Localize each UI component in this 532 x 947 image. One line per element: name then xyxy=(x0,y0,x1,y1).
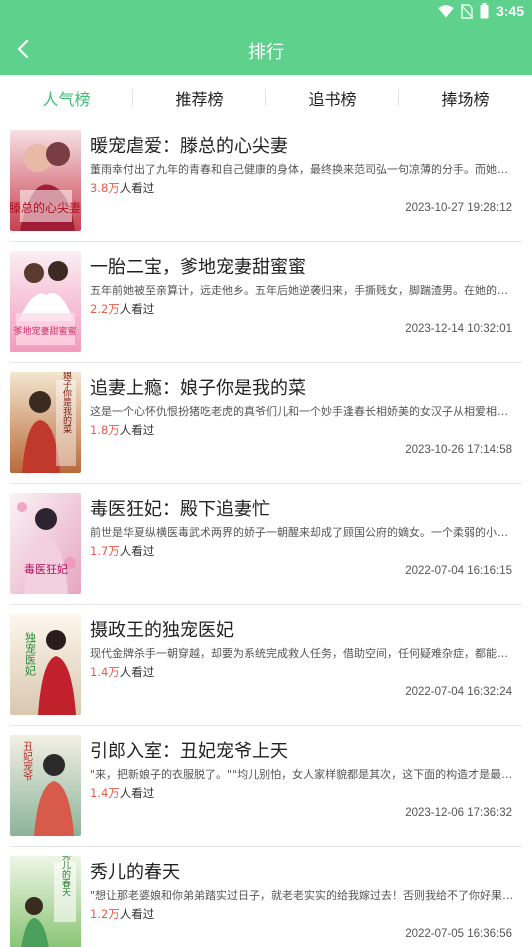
cover-image: 秀儿的春天 xyxy=(10,856,81,947)
tab-label: 追书榜 xyxy=(308,90,357,109)
page-title: 排行 xyxy=(248,42,284,63)
reader-count: 1.8万人看过 xyxy=(90,422,154,438)
book-cover: 娘子你是我的菜 xyxy=(10,372,81,473)
ranking-tabs: 人气榜 推荐榜 追书榜 捧场榜 xyxy=(0,75,532,121)
update-time: 2022-07-04 16:16:15 xyxy=(405,565,512,577)
reader-count: 3.8万人看过 xyxy=(90,180,154,196)
book-row[interactable]: 滕总的心尖妻 暖宠虐爱：滕总的心尖妻 董雨幸付出了九年的青春和自己健康的身体，最… xyxy=(0,121,532,242)
book-cover: 毒医狂妃 xyxy=(10,493,81,594)
reader-suffix: 人看过 xyxy=(119,907,155,921)
book-description: "想让那老婆娘和你弟弟踏实过日子，就老老实实的给我嫁过去！否则我给不了你好果子吃 xyxy=(90,889,518,902)
book-cover: 爹地宠妻甜蜜蜜 xyxy=(10,251,81,352)
reader-suffix: 人看过 xyxy=(119,544,155,558)
book-description: 五年前她被至亲算计，远走他乡。五年后她逆袭归来，手撕贱女，脚踹渣男。在她的人生里… xyxy=(90,284,518,297)
book-row[interactable]: 爹地宠妻甜蜜蜜 一胎二宝，爹地宠妻甜蜜蜜 五年前她被至亲算计，远走他乡。五年后她… xyxy=(0,242,532,363)
book-row[interactable]: 毒医狂妃 毒医狂妃：殿下追妻忙 前世是华夏纵横医毒武术两界的娇子一朝醒来却成了顾… xyxy=(0,484,532,605)
update-time: 2023-12-14 10:32:01 xyxy=(405,323,512,335)
book-row[interactable]: 丑妃宠爷 引郎入室：丑妃宠爷上天 "来，把新娘子的衣服脱了。""均儿别怕，女人家… xyxy=(0,726,532,847)
update-time: 2023-12-06 17:36:32 xyxy=(405,807,512,819)
reader-count: 1.4万人看过 xyxy=(90,664,154,680)
reader-suffix: 人看过 xyxy=(119,665,155,679)
tab-popularity[interactable]: 人气榜 xyxy=(0,75,133,121)
reader-suffix: 人看过 xyxy=(119,423,155,437)
battery-icon xyxy=(480,3,489,19)
cover-text: 娘子你是我的菜 xyxy=(61,372,72,434)
cover-text: 毒医狂妃 xyxy=(24,562,68,576)
reader-number: 2.2万 xyxy=(90,302,120,316)
book-row[interactable]: 独宠医妃 摄政王的独宠医妃 现代金牌杀手一朝穿越，却要为系统完成救人任务，借助空… xyxy=(0,605,532,726)
tab-label: 人气榜 xyxy=(42,90,91,109)
book-title: 秀儿的春天 xyxy=(90,862,180,883)
status-bar: 3:45 xyxy=(0,0,532,24)
cover-image: 滕总的心尖妻 xyxy=(10,130,81,231)
reader-number: 1.2万 xyxy=(90,907,120,921)
cover-image: 爹地宠妻甜蜜蜜 xyxy=(10,251,81,352)
status-icons: 3:45 xyxy=(438,3,524,19)
cover-text: 丑妃宠爷 xyxy=(21,741,33,782)
cover-image: 丑妃宠爷 xyxy=(10,735,81,836)
book-title: 引郎入室：丑妃宠爷上天 xyxy=(90,741,288,762)
book-description: 前世是华夏纵横医毒武术两界的娇子一朝醒来却成了顾国公府的嫡女。一个柔弱的小姑娘， xyxy=(90,526,518,539)
update-time: 2022-07-04 16:32:24 xyxy=(405,686,512,698)
status-time: 3:45 xyxy=(495,3,524,19)
reader-count: 1.2万人看过 xyxy=(90,906,154,922)
tab-following[interactable]: 追书榜 xyxy=(266,75,399,121)
cover-text: 滕总的心尖妻 xyxy=(10,200,81,215)
cover-text: 爹地宠妻甜蜜蜜 xyxy=(13,325,76,337)
update-time: 2023-10-26 17:14:58 xyxy=(405,444,512,456)
update-time: 2022-07-05 16:36:56 xyxy=(405,928,512,940)
title-bar: 排行 xyxy=(0,24,532,75)
book-title: 一胎二宝，爹地宠妻甜蜜蜜 xyxy=(90,257,306,278)
book-row[interactable]: 娘子你是我的菜 追妻上瘾：娘子你是我的菜 这是一个心怀仇恨扮猪吃老虎的真爷们儿和… xyxy=(0,363,532,484)
reader-suffix: 人看过 xyxy=(119,181,155,195)
cover-text: 独宠医妃 xyxy=(24,632,37,677)
reader-count: 1.7万人看过 xyxy=(90,543,154,559)
cover-image: 毒医狂妃 xyxy=(10,493,81,594)
tab-label: 推荐榜 xyxy=(175,90,224,109)
book-title: 摄政王的独宠医妃 xyxy=(90,620,234,641)
book-cover: 独宠医妃 xyxy=(10,614,81,715)
book-list: 滕总的心尖妻 暖宠虐爱：滕总的心尖妻 董雨幸付出了九年的青春和自己健康的身体，最… xyxy=(0,121,532,947)
book-row[interactable]: 秀儿的春天 秀儿的春天 "想让那老婆娘和你弟弟踏实过日子，就老老实实的给我嫁过去… xyxy=(0,847,532,947)
no-sim-icon xyxy=(460,3,473,19)
reader-count: 2.2万人看过 xyxy=(90,301,154,317)
wifi-icon xyxy=(438,4,454,18)
tab-label: 捧场榜 xyxy=(441,90,490,109)
cover-image: 独宠医妃 xyxy=(10,614,81,715)
book-description: 这是一个心怀仇恨扮猪吃老虎的真爷们儿和一个妙手逢春长相娇美的女汉子从相爱相杀到相… xyxy=(90,405,518,418)
book-cover: 丑妃宠爷 xyxy=(10,735,81,836)
reader-number: 1.7万 xyxy=(90,544,120,558)
reader-count: 1.4万人看过 xyxy=(90,785,154,801)
reader-number: 3.8万 xyxy=(90,181,120,195)
cover-image: 娘子你是我的菜 xyxy=(10,372,81,473)
update-time: 2023-10-27 19:28:12 xyxy=(405,202,512,214)
reader-number: 1.8万 xyxy=(90,423,120,437)
book-title: 暖宠虐爱：滕总的心尖妻 xyxy=(90,136,288,157)
reader-suffix: 人看过 xyxy=(119,786,155,800)
reader-number: 1.4万 xyxy=(90,665,120,679)
book-description: 董雨幸付出了九年的青春和自己健康的身体，最终换来范司弘一句凉薄的分手。而她父亲也… xyxy=(90,163,518,176)
tab-recommended[interactable]: 推荐榜 xyxy=(133,75,266,121)
book-cover: 滕总的心尖妻 xyxy=(10,130,81,231)
tab-support[interactable]: 捧场榜 xyxy=(399,75,532,121)
book-description: "来，把新娘子的衣服脱了。""均儿别怕，女人家样貌都是其次，这下面的构造才是最重… xyxy=(90,768,518,781)
book-cover: 秀儿的春天 xyxy=(10,856,81,947)
reader-number: 1.4万 xyxy=(90,786,120,800)
book-title: 追妻上瘾：娘子你是我的菜 xyxy=(90,378,306,399)
cover-text: 秀儿的春天 xyxy=(60,856,71,897)
book-description: 现代金牌杀手一朝穿越，却要为系统完成救人任务，借助空间，任何疑难杂症，都能妙手回… xyxy=(90,647,518,660)
book-title: 毒医狂妃：殿下追妻忙 xyxy=(90,499,270,520)
reader-suffix: 人看过 xyxy=(119,302,155,316)
